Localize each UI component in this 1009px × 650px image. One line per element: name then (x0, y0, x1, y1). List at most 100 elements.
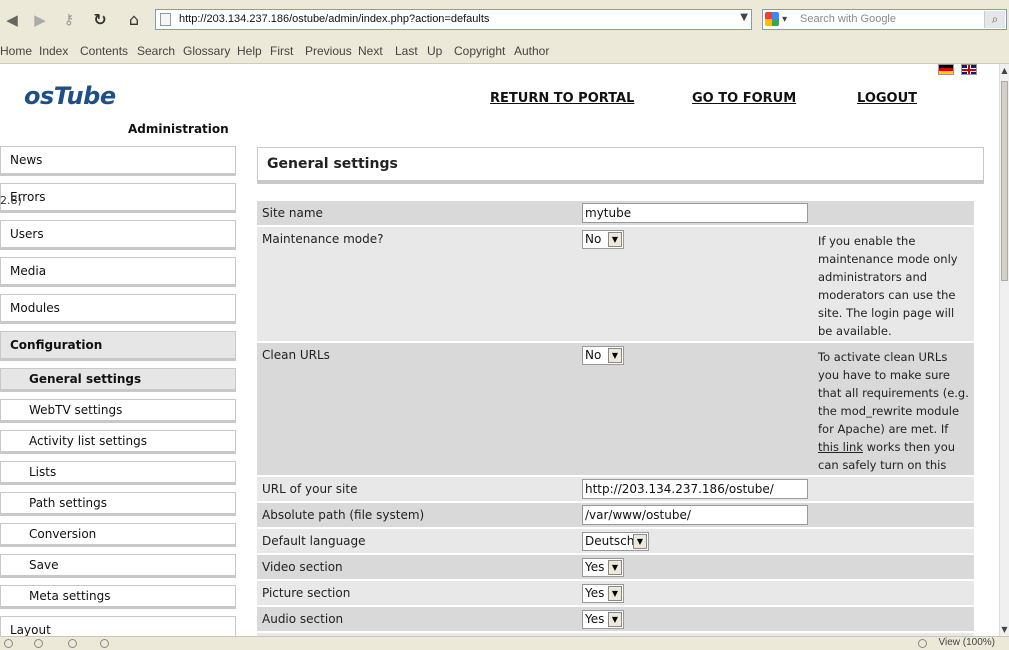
sidebar-subitem-general-settings[interactable]: General settings (0, 368, 236, 392)
english-flag-icon[interactable] (961, 64, 977, 75)
search-input[interactable]: Search with Google (800, 13, 896, 25)
administration-label: Administration (128, 122, 229, 136)
sidebar-item-label: News (10, 153, 43, 167)
setting-label: Clean URLs (262, 348, 330, 362)
sidebar-item-layout[interactable]: Layout (0, 616, 236, 636)
setting-label: Audio section (262, 612, 344, 626)
zoom-icon[interactable] (918, 639, 927, 648)
sidebar-item-errors[interactable]: Errors (0, 183, 236, 213)
this-link[interactable]: this link (818, 440, 863, 454)
nav-search[interactable]: Search (137, 44, 175, 58)
nav-last[interactable]: Last (395, 44, 418, 58)
select-value: No (585, 232, 602, 246)
key-icon[interactable]: ⚷ (58, 10, 80, 30)
setting-row-video-section: Video section Yes ▼ (257, 555, 974, 579)
scrollbar-thumb[interactable] (1001, 81, 1008, 281)
setting-row-maintenance-mode: Maintenance mode? No ▼ If you enable the … (257, 227, 974, 341)
clean-urls-select[interactable]: No ▼ (582, 346, 624, 365)
sidebar-item-label: Users (10, 227, 44, 241)
sidebar-subitem-label: Lists (29, 465, 57, 479)
site-navigation-toolbar: Home Index Contents Search Glossary Help… (0, 40, 1009, 64)
german-flag-icon[interactable] (938, 64, 954, 75)
status-addon-icon[interactable] (34, 639, 43, 648)
page-content: osTube Administration RETURN TO PORTAL G… (0, 64, 999, 636)
sidebar-subitem-label: Path settings (29, 496, 108, 510)
return-to-portal-link[interactable]: RETURN TO PORTAL (490, 91, 634, 106)
reload-icon[interactable]: ↻ (90, 10, 110, 30)
sidebar-item-label: Modules (10, 301, 60, 315)
sidebar-subitem-label: Activity list settings (29, 434, 147, 448)
sidebar-subitem-lists[interactable]: Lists (0, 461, 236, 485)
setting-help-text: If you enable the maintenance mode only … (818, 234, 958, 338)
sidebar-item-news[interactable]: News (0, 146, 236, 176)
setting-row-site-url: URL of your site http://203.134.237.186/… (257, 477, 974, 501)
search-bar[interactable]: ▾ Search with Google ⌕ (762, 9, 1007, 30)
audio-section-select[interactable]: Yes ▼ (582, 610, 624, 629)
status-addon-icon[interactable] (100, 639, 109, 648)
home-icon[interactable]: ⌂ (124, 10, 144, 30)
default-language-select[interactable]: Deutsch ▼ (582, 532, 649, 551)
select-value: Yes (585, 560, 605, 574)
status-addon-icon[interactable] (68, 639, 77, 648)
sidebar-item-configuration[interactable]: Configuration (0, 331, 236, 361)
nav-glossary[interactable]: Glossary (183, 44, 230, 58)
picture-section-select[interactable]: Yes ▼ (582, 584, 624, 603)
logout-link[interactable]: LOGOUT (857, 91, 917, 106)
status-addon-icon[interactable] (4, 639, 13, 648)
nav-next[interactable]: Next (358, 44, 383, 58)
zoom-level-text[interactable]: View (100%) (938, 637, 995, 648)
url-dropdown-icon[interactable]: ▼ (740, 12, 748, 23)
page-title: General settings (267, 156, 398, 172)
forward-arrow-icon[interactable]: ▶ (30, 10, 50, 30)
sidebar-subitem-label: Conversion (29, 527, 97, 541)
go-to-forum-link[interactable]: GO TO FORUM (692, 91, 796, 106)
search-engine-icon[interactable]: ▾ (765, 12, 795, 27)
nav-help[interactable]: Help (237, 44, 262, 58)
sidebar-item-media[interactable]: Media (0, 257, 236, 287)
absolute-path-input[interactable]: /var/www/ostube/ (582, 505, 808, 525)
nav-author[interactable]: Author (514, 44, 549, 58)
chevron-down-icon: ▼ (608, 348, 622, 363)
sidebar-item-modules[interactable]: Modules (0, 294, 236, 324)
search-icon[interactable]: ⌕ (984, 11, 1005, 28)
url-text[interactable]: http://203.134.237.186/ostube/admin/inde… (179, 13, 489, 25)
site-url-input[interactable]: http://203.134.237.186/ostube/ (582, 479, 808, 499)
sidebar-subitem-conversion[interactable]: Conversion (0, 523, 236, 547)
setting-help-text: To activate clean URLs you have to make … (818, 348, 970, 492)
sidebar-subitem-path-settings[interactable]: Path settings (0, 492, 236, 516)
scroll-up-icon[interactable]: ▲ (1000, 66, 1009, 75)
address-bar[interactable]: http://203.134.237.186/ostube/admin/inde… (155, 9, 752, 30)
sidebar-item-users[interactable]: Users (0, 220, 236, 250)
setting-row-absolute-path: Absolute path (file system) /var/www/ost… (257, 503, 974, 527)
nav-previous[interactable]: Previous (305, 44, 352, 58)
vertical-scrollbar[interactable]: ▲ ▼ (999, 64, 1009, 636)
chevron-down-icon: ▼ (608, 560, 622, 575)
panel-header: General settings (257, 147, 984, 184)
sidebar-subitem-meta-settings[interactable]: Meta settings (0, 585, 236, 609)
site-name-input[interactable]: mytube (582, 203, 808, 223)
sidebar-item-label: Layout (10, 623, 51, 636)
help-text-part: To activate clean URLs you have to make … (818, 350, 969, 436)
nav-home[interactable]: Home (0, 44, 32, 58)
browser-toolbar: ◀ ▶ ⚷ ↻ ⌂ http://203.134.237.186/ostube/… (0, 0, 1009, 41)
nav-contents[interactable]: Contents (80, 44, 128, 58)
scroll-down-icon[interactable]: ▼ (1000, 625, 1009, 634)
sidebar-subitem-save[interactable]: Save (0, 554, 236, 578)
sidebar-subitem-label: Save (29, 558, 59, 572)
sidebar-subitem-label: WebTV settings (29, 403, 123, 417)
ostube-logo[interactable]: osTube (24, 82, 116, 110)
maintenance-mode-select[interactable]: No ▼ (582, 230, 624, 249)
nav-copyright[interactable]: Copyright (454, 44, 505, 58)
sidebar-subitem-webtv-settings[interactable]: WebTV settings (0, 399, 236, 423)
setting-row-clean-urls: Clean URLs No ▼ To activate clean URLs yo… (257, 343, 974, 490)
nav-index[interactable]: Index (39, 44, 68, 58)
setting-label: Absolute path (file system) (262, 508, 425, 522)
nav-first[interactable]: First (270, 44, 293, 58)
setting-row-picture-section: Picture section Yes ▼ (257, 581, 974, 605)
video-section-select[interactable]: Yes ▼ (582, 558, 624, 577)
nav-up[interactable]: Up (427, 44, 442, 58)
back-arrow-icon[interactable]: ◀ (2, 10, 22, 30)
sidebar-subitem-label: General settings (29, 372, 142, 386)
select-value: Yes (585, 586, 605, 600)
sidebar-subitem-activity-list-settings[interactable]: Activity list settings (0, 430, 236, 454)
